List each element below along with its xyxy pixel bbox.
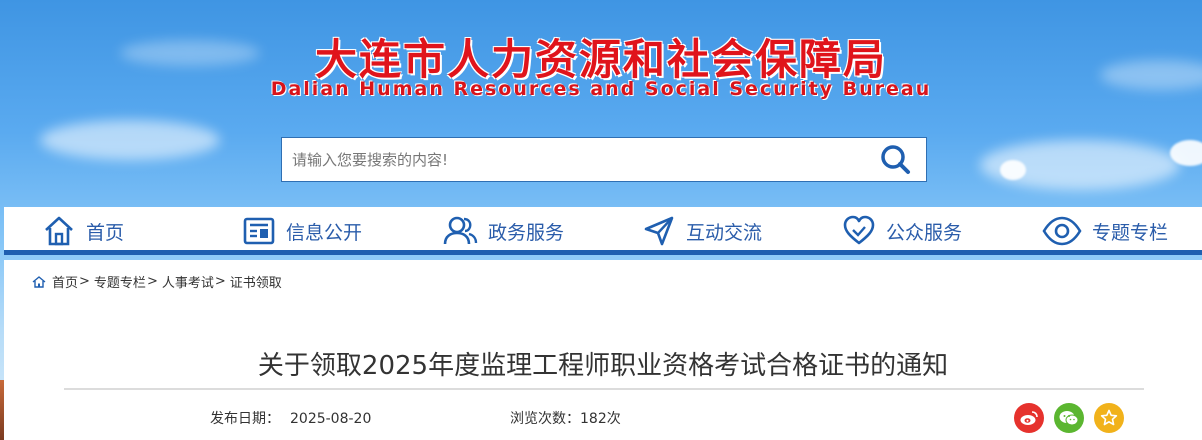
- site-subtitle: Dalian Human Resources and Social Securi…: [270, 78, 932, 100]
- weibo-icon: [1020, 411, 1038, 425]
- home-icon: [45, 216, 73, 246]
- nav-label: 信息公开: [286, 221, 363, 244]
- publish-date: 发布日期： 2025-08-20: [210, 408, 371, 428]
- breadcrumb-link-topics[interactable]: 专题专栏: [94, 272, 146, 291]
- eye-icon: [1042, 216, 1082, 246]
- nav-label: 政务服务: [488, 221, 565, 244]
- breadcrumb: 首页 > 专题专栏 > 人事考试 > 证书领取: [32, 272, 282, 291]
- breadcrumb-separator: >: [214, 274, 226, 289]
- view-count: 浏览次数：182次: [510, 408, 621, 428]
- nav-item-services[interactable]: 政务服务: [442, 207, 564, 255]
- publish-date-value: 2025-08-20: [290, 411, 372, 427]
- nav-item-public[interactable]: 公众服务: [842, 207, 962, 255]
- breadcrumb-link-certificate[interactable]: 证书领取: [230, 272, 282, 291]
- search-button[interactable]: [878, 144, 914, 176]
- content-area: 首页 > 专题专栏 > 人事考试 > 证书领取 关于领取2025年度监理工程师职…: [4, 260, 1202, 440]
- send-icon: [644, 216, 674, 246]
- title-divider: [64, 388, 1144, 390]
- info-board-icon: [243, 217, 275, 245]
- breadcrumb-link-exams[interactable]: 人事考试: [162, 272, 214, 291]
- nav-label: 互动交流: [686, 221, 763, 244]
- search-input[interactable]: [282, 138, 862, 181]
- view-count-value: 182次: [580, 411, 621, 427]
- home-icon: [32, 275, 46, 288]
- cloud-decoration: [1000, 160, 1026, 180]
- nav-item-topics[interactable]: 专题专栏: [1042, 207, 1168, 255]
- breadcrumb-link-home[interactable]: 首页: [52, 272, 78, 291]
- nav-item-interaction[interactable]: 互动交流: [642, 207, 762, 255]
- nav-item-info[interactable]: 信息公开: [242, 207, 362, 255]
- heart-icon: [843, 215, 875, 245]
- star-icon: [1100, 409, 1118, 426]
- cloud-decoration: [40, 120, 220, 160]
- nav-item-home[interactable]: 首页: [42, 207, 124, 255]
- side-decoration: [0, 380, 4, 440]
- breadcrumb-separator: >: [79, 274, 90, 289]
- wechat-icon: [1059, 411, 1079, 426]
- nav-label: 专题专栏: [1092, 221, 1169, 244]
- share-weibo-button[interactable]: [1014, 403, 1044, 433]
- cloud-decoration: [1170, 140, 1202, 166]
- search-box: [281, 137, 927, 182]
- share-wechat-button[interactable]: [1054, 403, 1084, 433]
- view-count-label: 浏览次数：: [510, 411, 580, 427]
- article-title: 关于领取2025年度监理工程师职业资格考试合格证书的通知: [257, 351, 949, 381]
- nav-label: 首页: [86, 221, 125, 244]
- users-icon: [443, 216, 478, 245]
- main-nav: 首页 信息公开 政务服务 互动交流 公众服务 专题专栏: [4, 207, 1202, 255]
- nav-label: 公众服务: [886, 221, 963, 244]
- breadcrumb-separator: >: [146, 274, 158, 289]
- publish-date-label: 发布日期：: [210, 411, 280, 427]
- share-favorite-button[interactable]: [1094, 403, 1124, 433]
- search-icon: [881, 145, 910, 174]
